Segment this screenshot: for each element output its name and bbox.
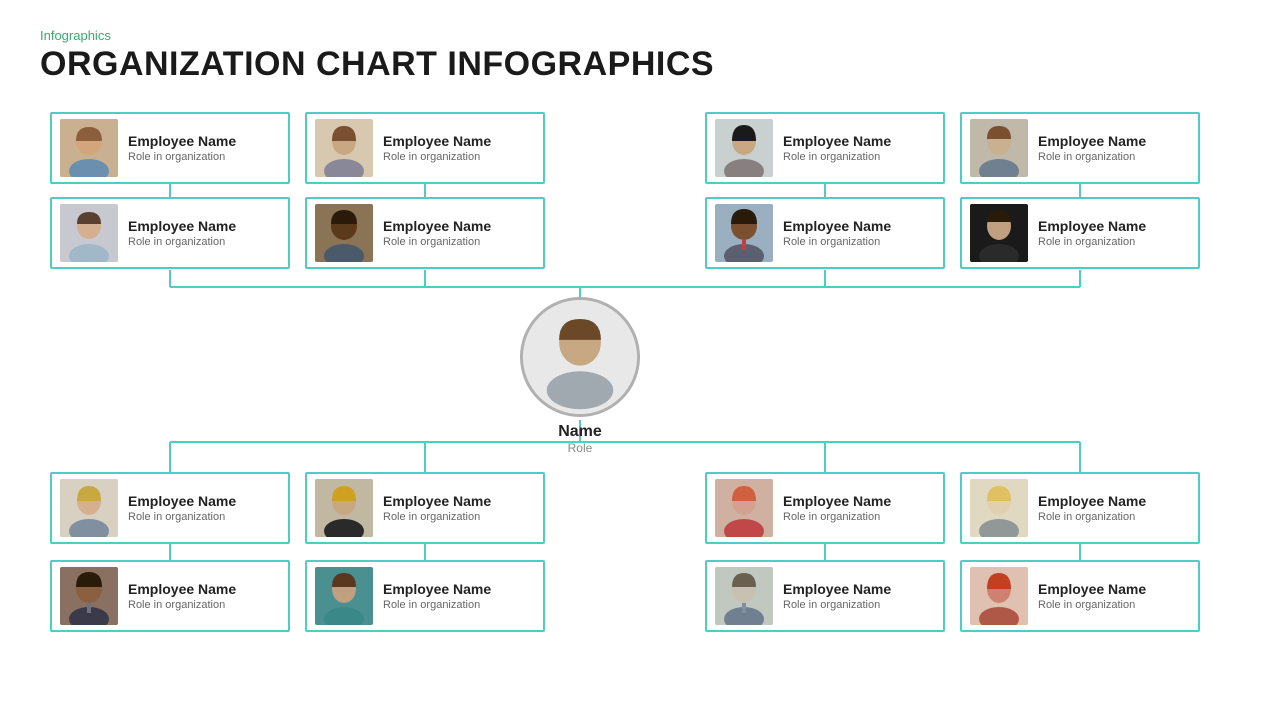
avatar xyxy=(715,479,773,537)
top-col4-card-1: Employee Name Role in organization xyxy=(960,112,1200,184)
top-col2-card-1: Employee Name Role in organization xyxy=(305,112,545,184)
avatar xyxy=(60,119,118,177)
top-left-card-1: Employee Name Role in organization xyxy=(50,112,290,184)
emp-name: Employee Name xyxy=(1038,218,1146,235)
avatar xyxy=(60,567,118,625)
avatar xyxy=(315,119,373,177)
top-col3-card-1: Employee Name Role in organization xyxy=(705,112,945,184)
emp-role: Role in organization xyxy=(783,151,891,163)
bottom-col1-card-1: Employee Name Role in organization xyxy=(50,472,290,544)
emp-name: Employee Name xyxy=(383,218,491,235)
bottom-col4-card-2: Employee Name Role in organization xyxy=(960,560,1200,632)
avatar xyxy=(60,479,118,537)
emp-name: Employee Name xyxy=(128,493,236,510)
emp-role: Role in organization xyxy=(383,511,491,523)
emp-name: Employee Name xyxy=(383,133,491,150)
emp-name: Employee Name xyxy=(783,493,891,510)
avatar xyxy=(715,119,773,177)
emp-name: Employee Name xyxy=(1038,581,1146,598)
bottom-col4-card-1: Employee Name Role in organization xyxy=(960,472,1200,544)
avatar xyxy=(60,204,118,262)
emp-name: Employee Name xyxy=(128,581,236,598)
emp-role: Role in organization xyxy=(128,511,236,523)
emp-role: Role in organization xyxy=(383,236,491,248)
emp-role: Role in organization xyxy=(1038,151,1146,163)
bottom-col2-card-1: Employee Name Role in organization xyxy=(305,472,545,544)
main-title: ORGANIZATION CHART INFOGRAPHICS xyxy=(40,45,1240,84)
top-col2-card-2: Employee Name Role in organization xyxy=(305,197,545,269)
emp-role: Role in organization xyxy=(128,599,236,611)
emp-name: Employee Name xyxy=(383,493,491,510)
emp-role: Role in organization xyxy=(128,151,236,163)
page: Infographics ORGANIZATION CHART INFOGRAP… xyxy=(0,0,1280,720)
emp-name: Employee Name xyxy=(1038,133,1146,150)
top-left-card-2: Employee Name Role in organization xyxy=(50,197,290,269)
avatar xyxy=(970,204,1028,262)
emp-role: Role in organization xyxy=(1038,236,1146,248)
avatar xyxy=(315,479,373,537)
emp-role: Role in organization xyxy=(383,599,491,611)
emp-name: Employee Name xyxy=(1038,493,1146,510)
emp-role: Role in organization xyxy=(1038,511,1146,523)
avatar xyxy=(970,479,1028,537)
emp-name: Employee Name xyxy=(383,581,491,598)
avatar xyxy=(715,204,773,262)
emp-role: Role in organization xyxy=(1038,599,1146,611)
emp-role: Role in organization xyxy=(383,151,491,163)
center-node: Name Role xyxy=(520,297,640,455)
bottom-col1-card-2: Employee Name Role in organization xyxy=(50,560,290,632)
emp-role: Role in organization xyxy=(128,236,236,248)
bottom-col3-card-2: Employee Name Role in organization xyxy=(705,560,945,632)
avatar xyxy=(315,567,373,625)
emp-name: Employee Name xyxy=(128,133,236,150)
emp-role: Role in organization xyxy=(783,511,891,523)
emp-role: Role in organization xyxy=(783,599,891,611)
center-name: Name xyxy=(558,423,602,441)
bottom-col2-card-2: Employee Name Role in organization xyxy=(305,560,545,632)
emp-role: Role in organization xyxy=(783,236,891,248)
avatar xyxy=(970,567,1028,625)
emp-name: Employee Name xyxy=(783,581,891,598)
avatar xyxy=(315,204,373,262)
center-role: Role xyxy=(558,441,602,455)
bottom-col3-card-1: Employee Name Role in organization xyxy=(705,472,945,544)
avatar xyxy=(715,567,773,625)
emp-name: Employee Name xyxy=(783,133,891,150)
chart-area: Employee Name Role in organization Emplo xyxy=(40,102,1240,712)
infographics-label: Infographics xyxy=(40,28,1240,43)
avatar xyxy=(970,119,1028,177)
top-col4-card-2: Employee Name Role in organization xyxy=(960,197,1200,269)
top-col3-card-2: Employee Name Role in organization xyxy=(705,197,945,269)
emp-name: Employee Name xyxy=(783,218,891,235)
emp-name: Employee Name xyxy=(128,218,236,235)
